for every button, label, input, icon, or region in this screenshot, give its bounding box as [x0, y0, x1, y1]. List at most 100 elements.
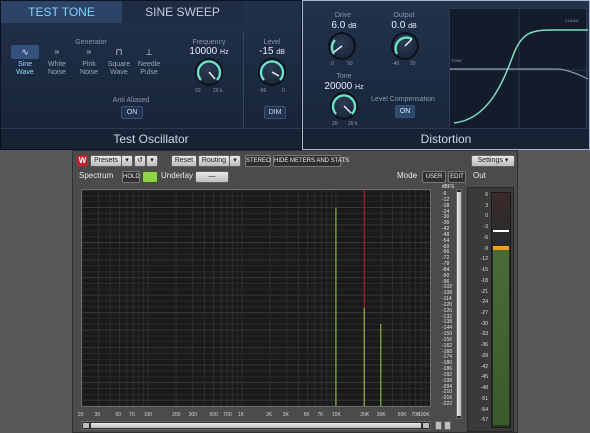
pink-noise-icon: ≈ [86, 47, 92, 57]
test-oscillator-panel: TEST TONE SINE SWEEP Generator ∿ ≈ ≈ ⊓ ⊥… [0, 0, 302, 150]
out-tick-label: -45 [480, 374, 488, 381]
square-wave-icon: ⊓ [115, 47, 123, 57]
sine-wave-label: Sine Wave [16, 61, 34, 76]
spectrum-plot[interactable] [81, 189, 431, 407]
drive-max: 50 [347, 61, 353, 67]
settings-button[interactable]: Settings ▾ [471, 155, 515, 167]
out-tick-label: -6 [483, 234, 488, 241]
oscillator-title: Test Oscillator [1, 128, 301, 149]
distortion-title: Distortion [303, 128, 589, 149]
undo-icon[interactable]: ↺ [134, 155, 146, 167]
freq-tick-label: 30K [376, 412, 386, 418]
zoom-out-icon[interactable] [435, 421, 442, 430]
pink-noise-button[interactable]: ≈ [75, 45, 103, 59]
out-tick-label: -18 [480, 277, 488, 284]
stereo-button[interactable]: STEREO [245, 155, 271, 167]
transfer-curve-display [449, 8, 588, 131]
hide-meters-button[interactable]: HIDE METERS AND STATS [273, 155, 349, 167]
tone-max: 20 k [348, 121, 358, 127]
dim-button[interactable]: DIM [264, 106, 286, 119]
scrollbar-thumb[interactable] [91, 423, 421, 428]
square-wave-label: Square Wave [107, 61, 131, 76]
freq-tick-label: 100 [143, 412, 153, 418]
output-meter-panel: 6 3 0 -3 -6 -9 -12 -15 -18 -21 -24 -27 -30 -33 -36 -39 -… [467, 187, 514, 432]
needle-pulse-button[interactable]: ⊥ [135, 45, 163, 59]
scroll-right-icon[interactable] [423, 423, 429, 428]
divider [243, 31, 244, 129]
spectrum-color-swatch[interactable] [142, 171, 158, 183]
mode-label: Mode [397, 171, 418, 180]
tone-knob[interactable] [330, 92, 358, 120]
out-tick-label: 3 [485, 202, 488, 209]
out-tick-label: -51 [480, 395, 488, 402]
square-wave-button[interactable]: ⊓ [105, 45, 133, 59]
white-noise-label: White Noise [48, 61, 66, 76]
reset-button[interactable]: Reset [171, 155, 197, 167]
level-min: -96 [259, 88, 267, 94]
out-tick-label: -36 [480, 342, 488, 349]
frequency-knob[interactable] [195, 58, 223, 86]
routing-dropdown-icon[interactable]: ▾ [229, 155, 241, 167]
scroll-left-icon[interactable] [83, 423, 89, 428]
horizontal-scrollbar[interactable] [81, 421, 431, 430]
white-noise-button[interactable]: ≈ [43, 45, 71, 59]
sine-wave-button[interactable]: ∿ [11, 45, 39, 59]
tab-test-tone[interactable]: TEST TONE [1, 1, 122, 23]
tab-sine-sweep[interactable]: SINE SWEEP [122, 1, 243, 23]
level-label: Level [263, 39, 281, 46]
curve-clean-label: CLEAN [565, 18, 579, 23]
presets-dropdown-icon[interactable]: ▾ [121, 155, 133, 167]
presets-button[interactable]: Presets [90, 155, 122, 167]
anti-aliased-label: Anti Aliased [112, 97, 150, 104]
output-meter-fill [493, 250, 509, 425]
out-tick-label: 6 [485, 192, 488, 198]
db-tick-label: -222 [442, 401, 453, 408]
out-tick-label: -21 [480, 288, 488, 295]
db-scrollbar-thumb[interactable] [457, 192, 461, 416]
output-label: Output [393, 12, 415, 19]
routing-button[interactable]: Routing [198, 155, 230, 167]
out-tick-label: -3 [483, 224, 488, 231]
out-tick-label: -24 [480, 299, 488, 306]
level-value: -15 dB [259, 46, 285, 57]
tone-min: 20 [332, 121, 338, 127]
needle-pulse-icon: ⊥ [145, 47, 153, 57]
out-tick-label: 0 [485, 213, 488, 220]
level-compensation-label: Level Compensation [371, 96, 435, 103]
freq-tick-label: 50 [115, 412, 121, 418]
mode-edit-button[interactable]: EDIT [448, 171, 466, 183]
undo-dropdown-icon[interactable]: ▾ [146, 155, 158, 167]
sine-wave-icon: ∿ [21, 47, 29, 57]
freq-tick-label: 3K [282, 412, 289, 418]
freq-tick-label: 2K [266, 412, 273, 418]
freq-tick-label: 5K [303, 412, 310, 418]
freq-tick-label: 100K [418, 412, 430, 418]
drive-knob[interactable] [328, 32, 356, 60]
hold-button[interactable]: HOLD [122, 171, 140, 183]
level-knob[interactable] [258, 58, 286, 86]
tone-label: Tone [336, 73, 352, 80]
zoom-in-icon[interactable] [444, 421, 451, 430]
freq-tick-label: 50K [397, 412, 407, 418]
out-tick-label: -30 [480, 320, 488, 327]
underlay-select[interactable]: — [195, 171, 229, 183]
out-tick-label: -54 [480, 406, 488, 413]
distortion-panel: Drive 6.0 dB 0 50 Output 0.0 dB -40 20 T… [302, 0, 590, 150]
needle-pulse-label: Needle Pulse [137, 61, 161, 76]
level-compensation-toggle[interactable]: ON [395, 105, 415, 118]
output-meter-bar [491, 192, 511, 428]
curve-tone-label: TONE [451, 58, 463, 63]
out-tick-label: -48 [480, 385, 488, 392]
db-scrollbar[interactable] [456, 189, 462, 419]
freq-tick-label: 7K [317, 412, 324, 418]
anti-aliased-toggle[interactable]: ON [121, 106, 143, 119]
freq-tick-label: 20K [360, 412, 370, 418]
plugin-logo-icon: W [77, 155, 88, 166]
level-max: 0 [282, 88, 285, 94]
out-tick-label: -57 [480, 417, 488, 424]
mode-user-button[interactable]: USER [422, 171, 446, 183]
freq-tick-label: 30 [94, 412, 101, 418]
out-tick-label: -12 [480, 256, 488, 263]
output-value: 0.0 dB [391, 20, 417, 31]
output-knob[interactable] [391, 32, 419, 60]
